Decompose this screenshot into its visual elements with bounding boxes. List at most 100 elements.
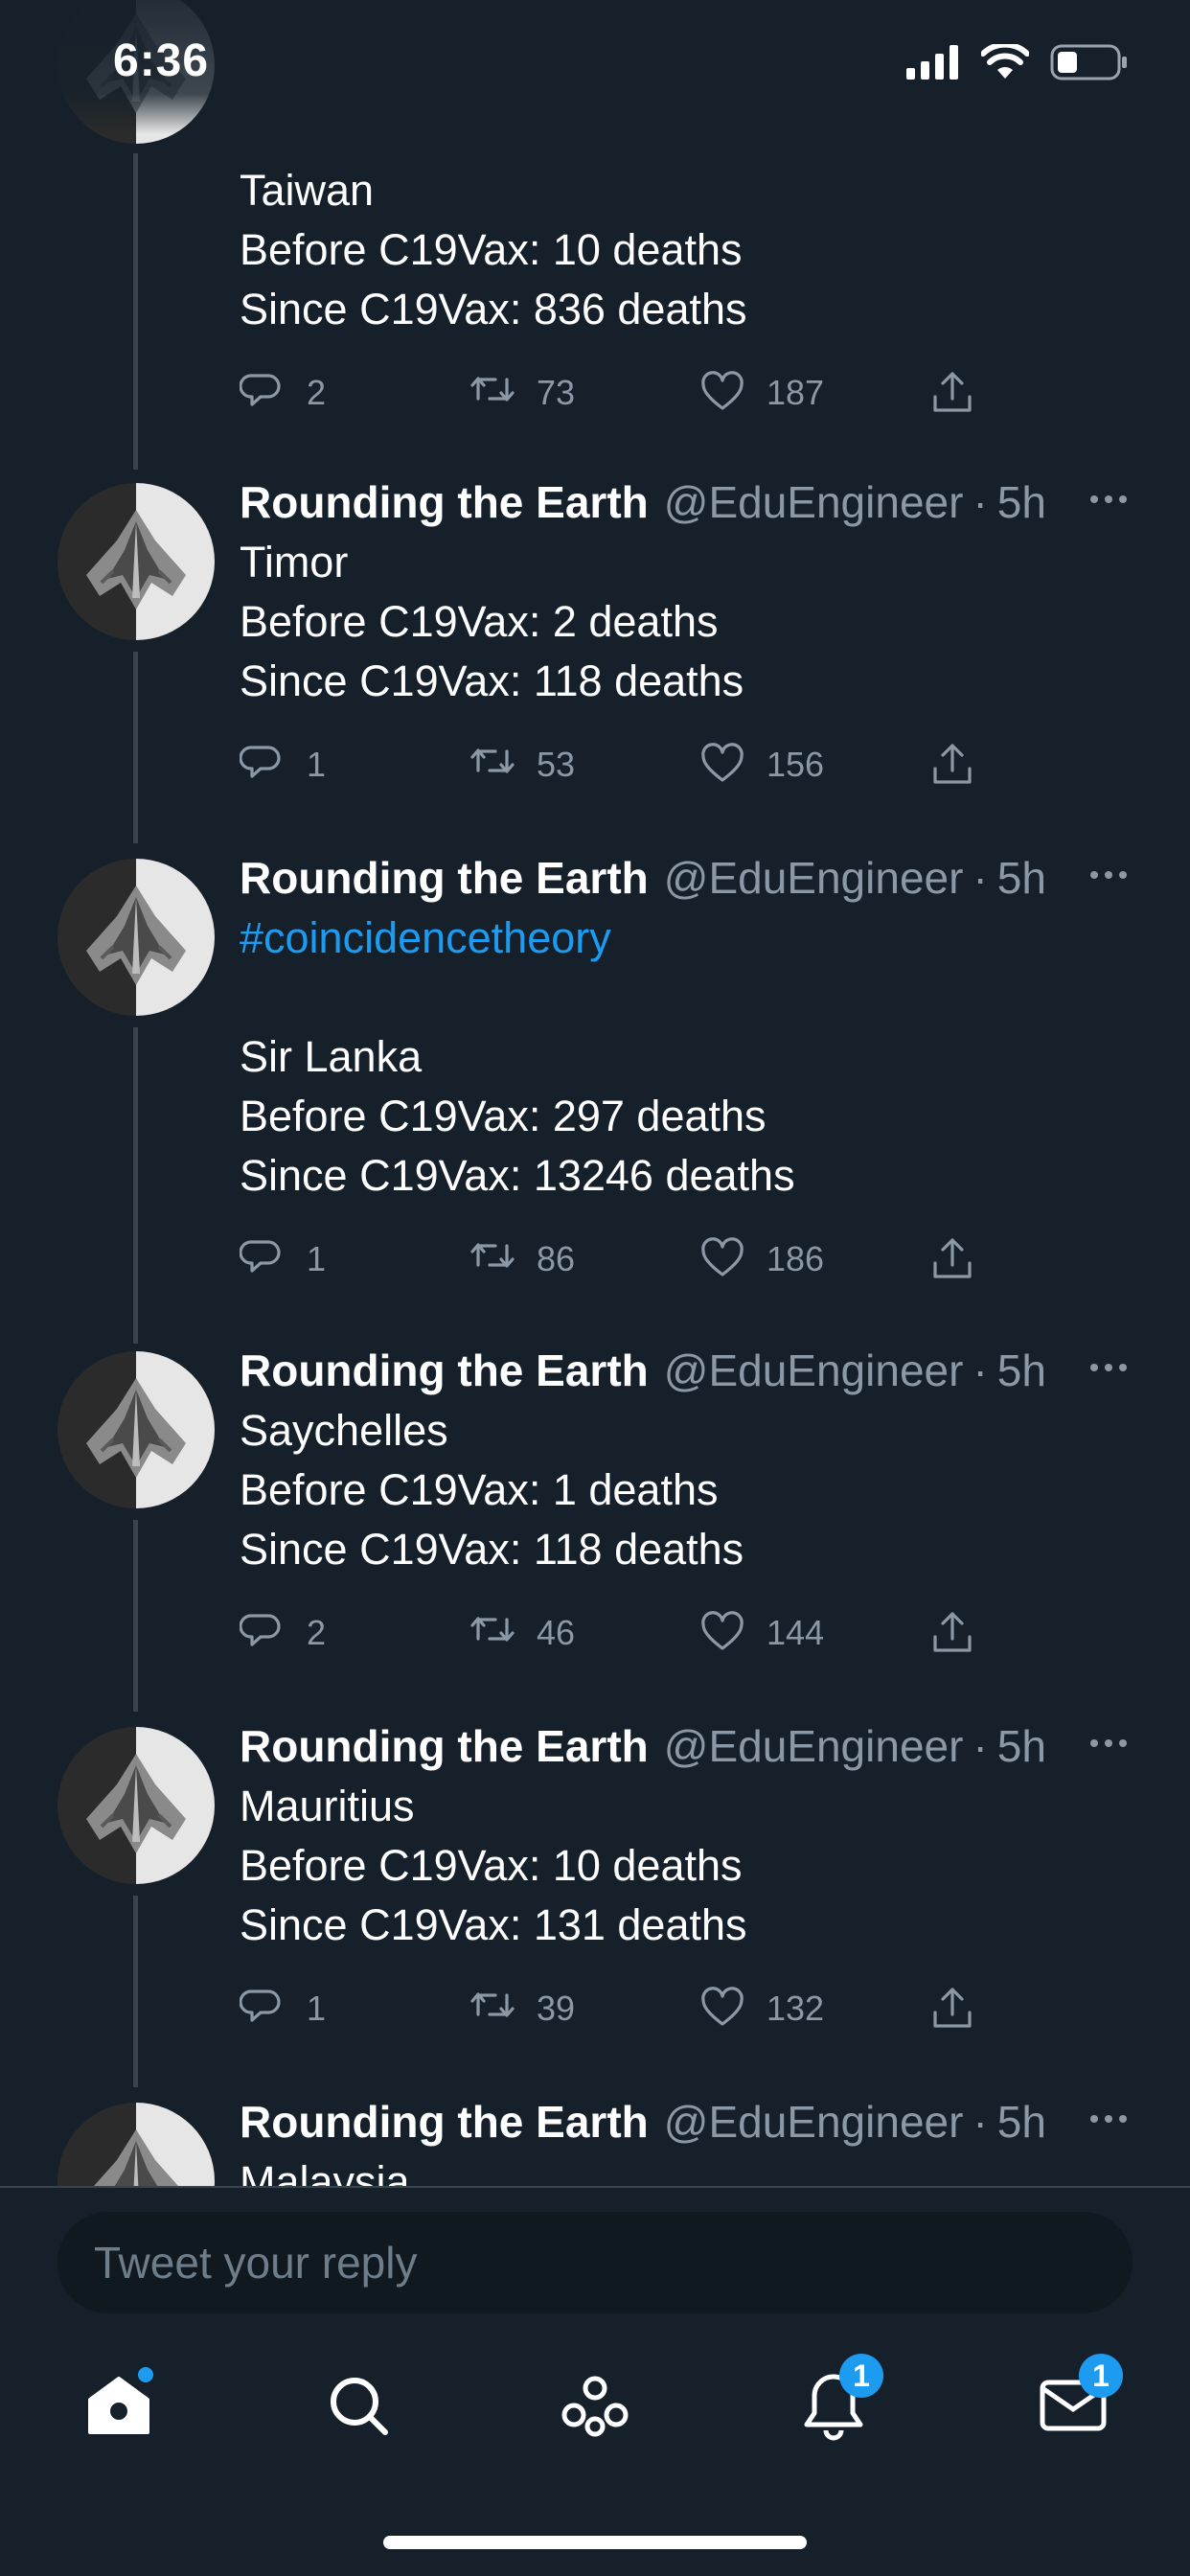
reply-input[interactable]	[57, 2212, 1133, 2313]
reply-button[interactable]: 1	[240, 1221, 326, 1298]
tweet-age: 5h	[996, 853, 1046, 903]
reply-icon	[240, 1990, 281, 2022]
author-handle[interactable]: @EduEngineer	[664, 476, 964, 528]
thread-line	[133, 1520, 138, 1712]
like-button[interactable]: 156	[699, 726, 824, 803]
author-handle[interactable]: @EduEngineer	[664, 1720, 964, 1772]
wifi-icon	[981, 44, 1029, 79]
share-button[interactable]	[929, 726, 975, 803]
reply-icon	[240, 1614, 281, 1646]
author-handle[interactable]: @EduEngineer	[664, 1345, 964, 1396]
author-name[interactable]: Rounding the Earth	[240, 1345, 649, 1396]
reply-button[interactable]: 1	[240, 1970, 326, 2047]
retweet-icon	[470, 1992, 515, 2017]
separator-dot: ·	[973, 853, 988, 903]
share-button[interactable]	[929, 1221, 975, 1298]
separator-dot: ·	[973, 2097, 988, 2147]
tab-home[interactable]	[80, 2367, 157, 2444]
avatar[interactable]	[57, 483, 215, 640]
hashtag-link[interactable]: #coincidencetheory	[240, 908, 1150, 968]
share-icon	[933, 1612, 972, 1652]
separator-dot: ·	[973, 1721, 988, 1771]
heart-icon	[701, 743, 744, 782]
tweet-text: Sir Lanka	[240, 1032, 423, 1081]
author-handle[interactable]: @EduEngineer	[664, 852, 964, 904]
tweet[interactable]: Rounding the Earth @EduEngineer · 5h Mau…	[240, 1715, 1150, 2047]
avatar[interactable]	[57, 859, 215, 1016]
like-count: 156	[767, 745, 825, 784]
retweet-button[interactable]: 53	[469, 726, 575, 803]
author-name[interactable]: Rounding the Earth	[240, 2096, 649, 2148]
avatar[interactable]	[57, 1351, 215, 1508]
tweet-header: Rounding the Earth @EduEngineer · 5h	[240, 472, 1150, 533]
reply-button[interactable]: 1	[240, 726, 326, 803]
share-icon	[933, 372, 972, 412]
tab-spaces[interactable]	[557, 2367, 633, 2444]
more-options-icon[interactable]	[1087, 853, 1131, 897]
retweet-button[interactable]: 86	[469, 1221, 575, 1298]
retweet-button[interactable]: 73	[469, 355, 575, 431]
reply-button[interactable]: 2	[240, 1595, 326, 1671]
reply-count: 1	[307, 1239, 327, 1278]
more-options-icon[interactable]	[1087, 477, 1131, 521]
heart-icon	[701, 1237, 744, 1276]
retweet-icon	[470, 377, 515, 402]
more-options-icon[interactable]	[1087, 1346, 1131, 1390]
tweet-text: Before C19Vax: 1 deaths	[240, 1465, 719, 1514]
like-button[interactable]: 187	[699, 355, 824, 431]
retweet-button[interactable]: 46	[469, 1595, 575, 1671]
more-options-icon[interactable]	[1087, 2097, 1131, 2141]
tweet[interactable]: Rounding the Earth @EduEngineer · 5h Say…	[240, 1340, 1150, 1671]
tweet[interactable]: Rounding the Earth @EduEngineer · 5h Mal…	[240, 2091, 1150, 2187]
avatar[interactable]	[57, 1727, 215, 1884]
more-options-icon[interactable]	[1087, 1721, 1131, 1765]
thread-line	[133, 652, 138, 843]
share-icon	[933, 744, 972, 784]
retweet-icon	[470, 1617, 515, 1642]
tweet-actions: 1 53 156	[240, 726, 1150, 803]
tweet-text: Since C19Vax: 13246 deaths	[240, 1151, 795, 1200]
tab-messages[interactable]: 1	[1035, 2354, 1123, 2444]
reply-button[interactable]: 2	[240, 355, 326, 431]
like-count: 186	[767, 1239, 825, 1278]
battery-icon	[1050, 44, 1127, 80]
tweet[interactable]: Rounding the Earth @EduEngineer · 5h #co…	[240, 847, 1150, 1298]
like-count: 144	[767, 1613, 825, 1652]
tweet[interactable]: Taiwan Before C19Vax: 10 deaths Since C1…	[240, 161, 1150, 431]
home-indicator[interactable]	[383, 2536, 807, 2549]
reply-composer[interactable]	[57, 2212, 1133, 2313]
like-button[interactable]: 144	[699, 1595, 824, 1671]
share-button[interactable]	[929, 355, 975, 431]
author-handle[interactable]: @EduEngineer	[664, 2096, 964, 2148]
like-count: 187	[767, 373, 825, 412]
tweet-text: Since C19Vax: 131 deaths	[240, 1900, 747, 1949]
like-button[interactable]: 186	[699, 1221, 824, 1298]
share-icon	[933, 1238, 972, 1278]
tweet-age: 5h	[996, 1346, 1046, 1395]
retweet-button[interactable]: 39	[469, 1970, 575, 2047]
tab-search[interactable]	[320, 2367, 397, 2444]
author-name[interactable]: Rounding the Earth	[240, 852, 649, 904]
tab-notifications[interactable]: 1	[795, 2354, 883, 2444]
tweet-text: Before C19Vax: 297 deaths	[240, 1092, 767, 1140]
status-icons	[906, 44, 1129, 80]
author-name[interactable]: Rounding the Earth	[240, 476, 649, 528]
tweet-actions: 2 73 187	[240, 355, 1150, 431]
tweet-text: Since C19Vax: 836 deaths	[240, 285, 747, 334]
retweet-icon	[470, 1243, 515, 1268]
author-name[interactable]: Rounding the Earth	[240, 1720, 649, 1772]
share-button[interactable]	[929, 1970, 975, 2047]
status-bar: 6:36	[0, 0, 1190, 134]
like-button[interactable]: 132	[699, 1970, 824, 2047]
retweet-icon	[470, 748, 515, 773]
avatar[interactable]	[57, 2103, 215, 2187]
reply-icon	[240, 746, 281, 778]
signal-icon	[906, 45, 958, 80]
conversation-feed[interactable]: Taiwan Before C19Vax: 10 deaths Since C1…	[0, 0, 1190, 2187]
share-button[interactable]	[929, 1595, 975, 1671]
composer-divider	[0, 2186, 1190, 2188]
tweet[interactable]: Rounding the Earth @EduEngineer · 5h Tim…	[240, 472, 1150, 803]
tweet-text: Since C19Vax: 118 deaths	[240, 656, 744, 705]
tweet-text: Saychelles	[240, 1406, 448, 1455]
thread-line	[133, 1027, 138, 1344]
